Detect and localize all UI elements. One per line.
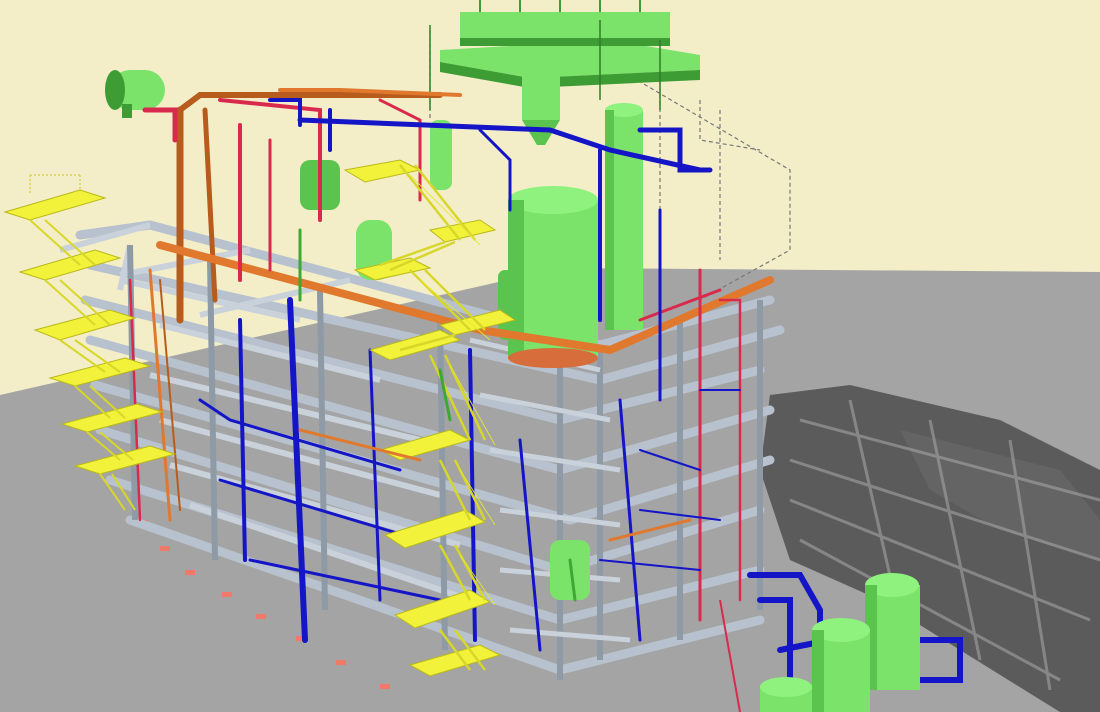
plant-model-canvas: [0, 0, 1100, 712]
